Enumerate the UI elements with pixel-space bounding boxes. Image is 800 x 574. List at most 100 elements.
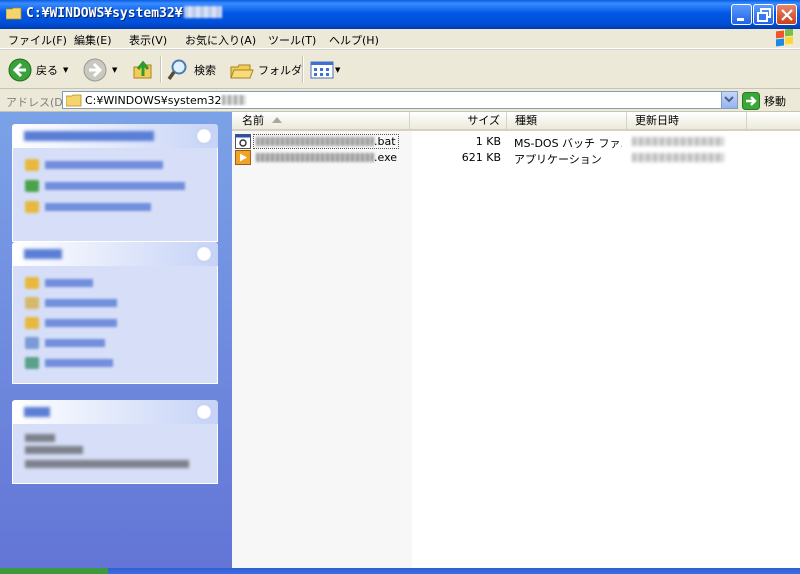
search-magnifier-icon [167,59,187,81]
views-button[interactable]: ▼ [310,56,340,84]
column-name[interactable]: 名前 [232,112,410,129]
redacted-detail [25,460,189,468]
window-title: C:¥WINDOWS¥system32¥ [26,6,222,21]
forward-dropdown-icon[interactable]: ▼ [112,66,117,74]
file-folder-tasks-panel [12,124,218,242]
sort-ascending-icon [272,117,282,123]
forward-button[interactable]: ▼ [83,56,117,84]
menu-help[interactable]: ヘルプ(H) [329,32,379,48]
task-link[interactable] [25,158,163,172]
file-size: 621 KB [461,151,501,164]
collapse-icon[interactable] [196,128,212,144]
redacted-panel-title [24,407,50,417]
place-link[interactable] [25,316,117,330]
folder-icon [66,94,82,107]
address-input[interactable]: C:¥WINDOWS¥system32 [62,91,738,109]
collapse-icon[interactable] [196,404,212,420]
taskbar-edge [0,568,800,574]
close-icon [781,9,793,21]
redacted-detail [25,434,55,442]
menu-view[interactable]: 表示(V) [129,32,167,48]
file-type: MS-DOS バッチ ファ... [514,137,622,150]
restore-icon [757,8,771,22]
search-label: 検索 [194,64,216,77]
windows-logo-icon [776,29,793,47]
place-link[interactable] [25,276,93,290]
redacted-path-part [221,95,246,105]
back-arrow-icon [8,58,32,82]
place-link[interactable] [25,296,117,310]
panel-body [12,266,218,384]
folder-icon [6,7,22,20]
standard-toolbar: 戻る ▼ ▼ 検索 フォルダ ▼ [0,49,800,89]
sorted-column-highlight [232,112,412,568]
menu-tools[interactable]: ツール(T) [268,32,316,48]
file-size: 1 KB [475,135,501,148]
batch-file-icon [235,134,251,149]
file-name: .bat [253,134,399,149]
menu-file[interactable]: ファイル(F) [8,32,67,48]
column-size[interactable]: サイズ [410,112,507,129]
forward-arrow-icon [83,58,107,82]
folders-icon [230,64,254,79]
back-label: 戻る [36,64,58,77]
views-dropdown-icon[interactable]: ▼ [335,66,340,74]
task-link[interactable] [25,179,185,193]
panel-body [12,424,218,484]
back-button[interactable]: 戻る ▼ [8,56,68,84]
panel-header[interactable] [12,242,218,266]
address-label: アドレス(D) [6,96,68,109]
address-dropdown-button[interactable] [721,92,737,108]
start-button-edge[interactable] [0,568,108,574]
panel-body [12,148,218,242]
application-icon [235,150,251,165]
task-pane [0,112,232,568]
column-modified[interactable]: 更新日時 [627,112,747,129]
address-bar: アドレス(D) C:¥WINDOWS¥system32 移動 [0,89,800,112]
restore-button[interactable] [753,4,774,25]
up-button[interactable] [132,56,154,84]
minimize-button[interactable] [731,4,752,25]
views-icon [310,61,334,79]
panel-header[interactable] [12,124,218,148]
close-button[interactable] [776,4,797,25]
redacted-file-name [256,153,374,162]
folders-button[interactable]: フォルダ [230,56,302,84]
menu-favorites[interactable]: お気に入り(A) [185,32,256,48]
file-list-view[interactable]: 名前 サイズ 種類 更新日時 .bat 1 KB MS-DOS バッチ ファ..… [232,112,800,568]
file-type: アプリケーション [514,153,602,166]
title-bar[interactable]: C:¥WINDOWS¥system32¥ [0,0,800,29]
chevron-down-icon [724,96,734,103]
go-arrow-icon [742,91,760,110]
task-link[interactable] [25,200,151,214]
menu-bar: ファイル(F) 編集(E) 表示(V) お気に入り(A) ツール(T) ヘルプ(… [0,29,800,49]
go-button[interactable]: 移動 [742,91,786,110]
search-button[interactable]: 検索 [166,56,216,84]
redacted-title-part [183,6,222,18]
column-header: 名前 サイズ 種類 更新日時 [232,112,800,131]
other-places-panel [12,242,218,384]
panel-header[interactable] [12,400,218,424]
redacted-file-name [256,137,374,146]
menu-edit[interactable]: 編集(E) [74,32,112,48]
redacted-panel-title [24,131,154,141]
column-type[interactable]: 種類 [507,112,627,129]
back-dropdown-icon[interactable]: ▼ [63,66,68,74]
minimize-icon [737,18,744,21]
file-name: .exe [254,151,399,164]
place-link[interactable] [25,336,105,350]
go-label: 移動 [764,94,786,108]
file-row[interactable]: .exe 621 KB アプリケーション [232,150,800,166]
redacted-panel-title [24,249,62,259]
file-row[interactable]: .bat 1 KB MS-DOS バッチ ファ... [232,134,800,150]
collapse-icon[interactable] [196,246,212,262]
toolbar-separator [160,56,162,83]
folders-label: フォルダ [258,64,302,77]
explorer-window: C:¥WINDOWS¥system32¥ ファイル(F) 編集(E) 表示(V)… [0,0,800,574]
details-panel [12,400,218,484]
redacted-detail [25,446,83,454]
place-link[interactable] [25,356,113,370]
redacted-modified-date [632,137,724,146]
toolbar-separator [302,56,304,83]
address-value: C:¥WINDOWS¥system32 [85,94,246,107]
